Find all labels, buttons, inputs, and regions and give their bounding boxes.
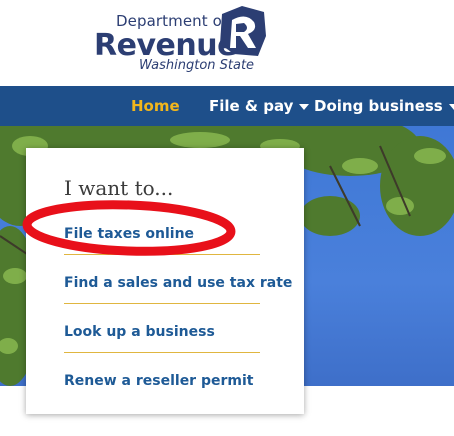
- link-look-up-business[interactable]: Look up a business: [64, 324, 260, 340]
- nav-item-doing-business-label: Doing business: [314, 97, 443, 115]
- logo-emblem-icon: [220, 6, 266, 56]
- card-title: I want to...: [64, 176, 174, 200]
- divider: [64, 352, 260, 353]
- annotation-circle: [22, 200, 236, 256]
- link-renew-reseller-permit[interactable]: Renew a reseller permit: [64, 373, 260, 389]
- chevron-down-icon: [448, 103, 454, 110]
- chevron-down-icon: [299, 103, 310, 110]
- nav-item-home[interactable]: Home: [131, 97, 180, 115]
- nav-item-file-pay-label: File & pay: [209, 97, 294, 115]
- main-nav: Home File & pay Doing business: [0, 86, 454, 126]
- link-find-sales-tax-rate[interactable]: Find a sales and use tax rate: [64, 275, 292, 291]
- logo-line-state: Washington State: [139, 58, 255, 73]
- site-header: Department of Revenue Washington State: [0, 0, 454, 86]
- quick-links-card: I want to... File taxes online Find a sa…: [26, 148, 304, 414]
- nav-item-file-pay[interactable]: File & pay: [209, 97, 310, 115]
- nav-item-doing-business[interactable]: Doing business: [314, 97, 454, 115]
- dor-logo[interactable]: Department of Revenue Washington State: [94, 6, 274, 78]
- divider: [64, 303, 260, 304]
